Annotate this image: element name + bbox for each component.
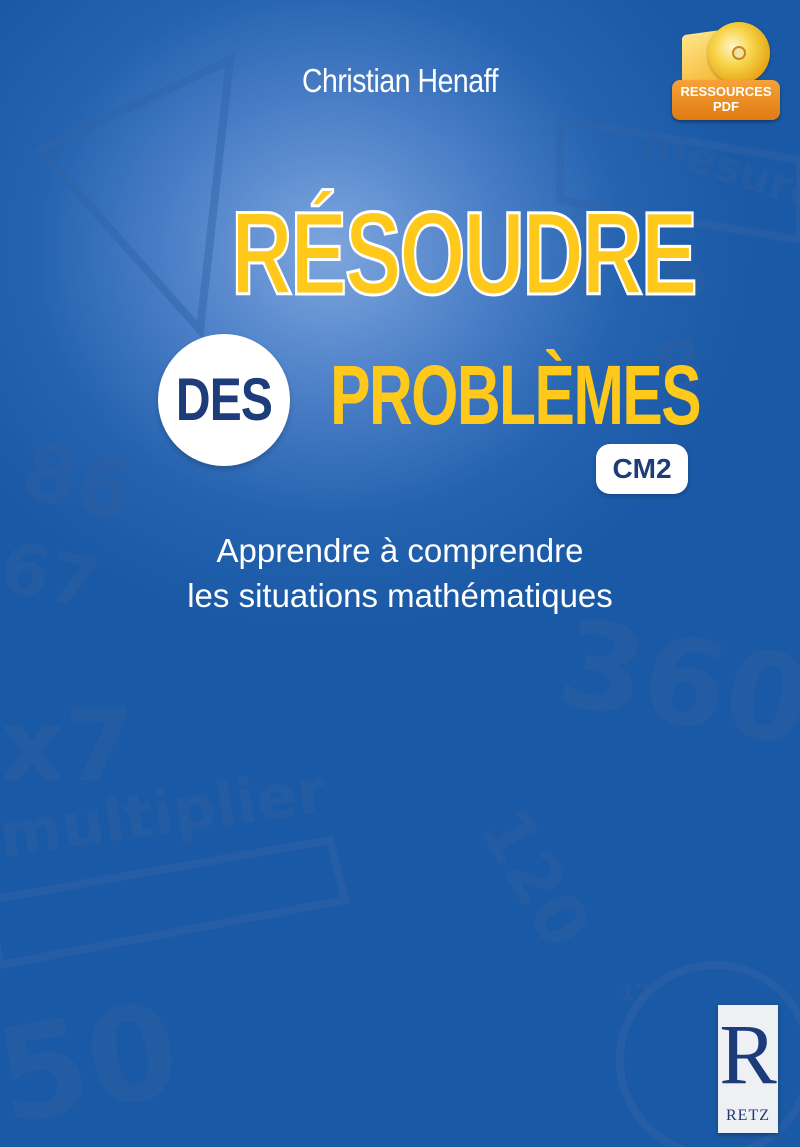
bg-number-12: 12	[620, 981, 651, 1006]
bg-ruler-shape	[0, 835, 350, 970]
title-resoudre: RÉSOUDRE	[230, 188, 699, 320]
subtitle-line1: Apprendre à comprendre	[216, 532, 584, 569]
bg-number-360: 360	[550, 594, 800, 774]
badge-label-line1: RESSOURCES	[680, 84, 772, 99]
bg-number-50: 50	[0, 973, 190, 1147]
subtitle: Apprendre à comprendre les situations ma…	[0, 528, 800, 618]
cd-disc-icon	[708, 22, 770, 84]
bg-word-multiplier: multiplier	[0, 756, 331, 871]
badge-label: RESSOURCES PDF	[672, 80, 780, 120]
title-des: DES	[175, 366, 273, 433]
publisher-name: RETZ	[726, 1107, 770, 1124]
title-problemes: PROBLÈMES	[330, 348, 702, 442]
resources-pdf-badge: RESSOURCES PDF	[672, 18, 780, 120]
bg-number-86: 86	[12, 423, 143, 540]
publisher-mark: R	[719, 1006, 777, 1102]
level-tag: CM2	[596, 444, 688, 494]
bg-number-120: 120	[463, 794, 607, 962]
bg-triangle-shape	[33, 53, 235, 340]
subtitle-line2: les situations mathématiques	[187, 577, 613, 614]
badge-label-line2: PDF	[713, 99, 739, 114]
publisher-logo: R RETZ	[718, 1005, 778, 1133]
book-cover: mesure multiplier 360 120 86 67 x7 50 12…	[0, 0, 800, 1147]
author-name: Christian Henaff	[301, 62, 499, 99]
bg-number-x7: x7	[0, 687, 134, 804]
